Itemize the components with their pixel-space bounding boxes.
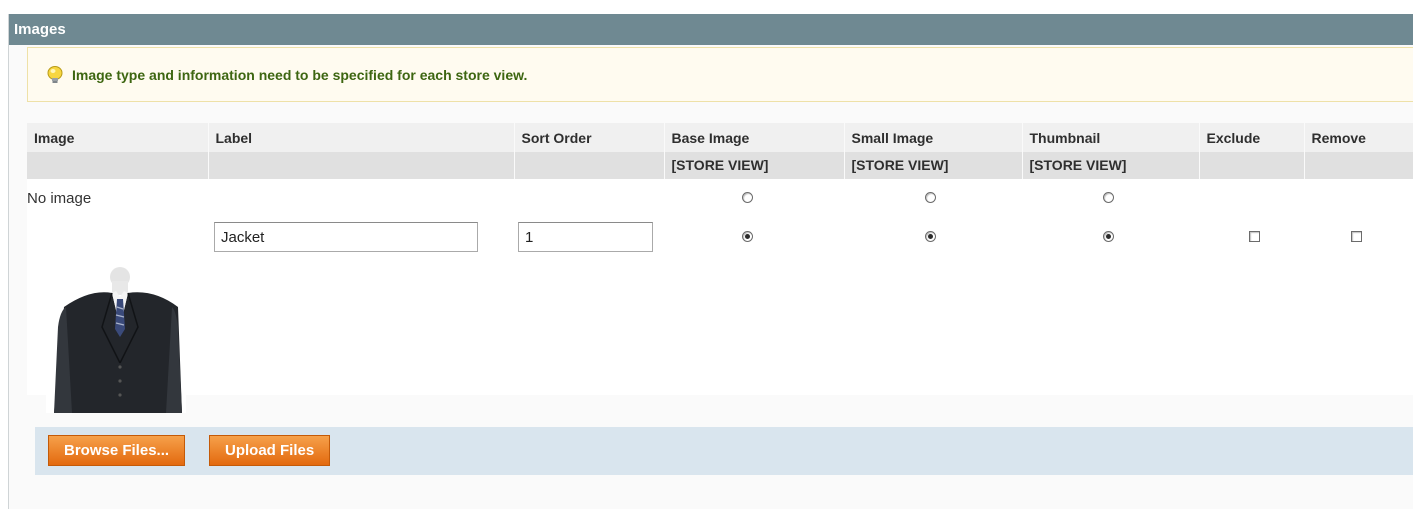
small-image-radio[interactable] bbox=[924, 230, 936, 242]
upload-files-button[interactable]: Upload Files bbox=[209, 435, 331, 466]
col-remove: Remove bbox=[1304, 123, 1413, 179]
no-image-base-radio[interactable] bbox=[741, 191, 753, 203]
col-image: Image bbox=[27, 123, 209, 179]
grid-header-row: Image Label Sort Order Base Image [STORE … bbox=[27, 123, 1413, 179]
no-image-small-radio[interactable] bbox=[924, 191, 936, 203]
col-exclude: Exclude bbox=[1199, 123, 1305, 179]
col-thumbnail: Thumbnail [STORE VIEW] bbox=[1022, 123, 1200, 179]
col-exclude-label: Exclude bbox=[1199, 123, 1304, 152]
panel-title: Images bbox=[9, 14, 1413, 45]
col-base-image: Base Image [STORE VIEW] bbox=[664, 123, 845, 179]
col-label: Label bbox=[208, 123, 515, 179]
col-base-image-scope: [STORE VIEW] bbox=[664, 152, 844, 179]
thumbnail-radio[interactable] bbox=[1103, 230, 1114, 242]
browse-files-button[interactable]: Browse Files... bbox=[48, 435, 186, 466]
label-input[interactable]: Jacket bbox=[214, 222, 478, 252]
col-small-image-scope: [STORE VIEW] bbox=[844, 152, 1022, 179]
sort-order-input[interactable]: 1 bbox=[518, 222, 653, 252]
base-image-radio[interactable] bbox=[741, 230, 753, 242]
no-image-thumbnail-radio[interactable] bbox=[1103, 191, 1114, 203]
notice-text: Image type and information need to be sp… bbox=[72, 66, 528, 83]
col-small-image-label: Small Image bbox=[844, 123, 1022, 152]
exclude-checkbox[interactable] bbox=[1249, 230, 1260, 242]
no-image-text: No image bbox=[27, 189, 92, 207]
col-thumbnail-label: Thumbnail bbox=[1022, 123, 1199, 152]
col-small-image: Small Image [STORE VIEW] bbox=[844, 123, 1023, 179]
col-thumbnail-scope: [STORE VIEW] bbox=[1022, 152, 1199, 179]
lightbulb-icon bbox=[47, 65, 63, 83]
col-image-label: Image bbox=[27, 123, 208, 152]
image-row: Jacket 1 bbox=[27, 217, 1413, 257]
jacket-image[interactable] bbox=[46, 267, 186, 413]
actions-bar: Browse Files... Upload Files bbox=[35, 427, 1413, 475]
col-sort-order-label: Sort Order bbox=[514, 123, 664, 152]
image-row-spacer bbox=[27, 257, 1413, 395]
notice-box: Image type and information need to be sp… bbox=[27, 47, 1413, 102]
col-base-image-label: Base Image bbox=[664, 123, 844, 152]
col-remove-label: Remove bbox=[1304, 123, 1413, 152]
col-label-label: Label bbox=[208, 123, 514, 152]
remove-checkbox[interactable] bbox=[1351, 230, 1362, 242]
no-image-row: No image bbox=[27, 179, 1413, 217]
images-grid: Image Label Sort Order Base Image [STORE … bbox=[27, 123, 1413, 395]
col-sort-order: Sort Order bbox=[514, 123, 665, 179]
